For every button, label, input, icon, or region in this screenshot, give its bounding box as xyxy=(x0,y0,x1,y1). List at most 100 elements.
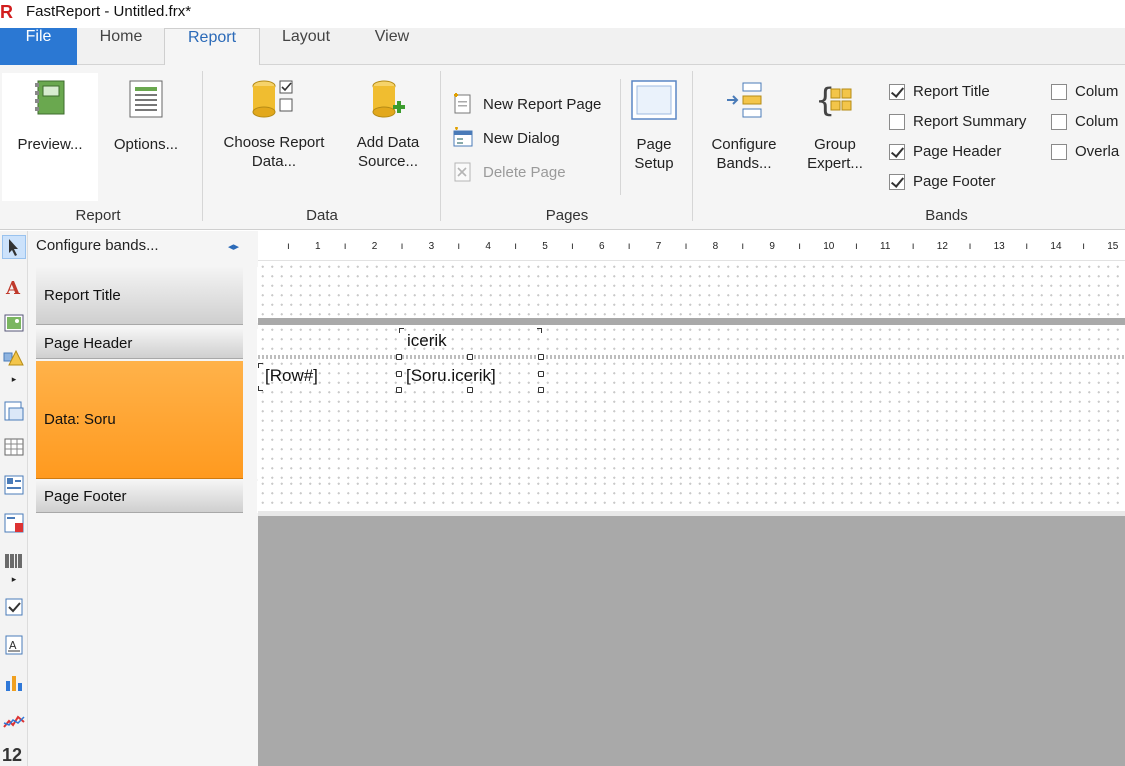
text-tool[interactable]: A xyxy=(2,275,26,299)
resize-handle[interactable] xyxy=(538,354,544,360)
configure-bands-button[interactable]: Configure Bands... xyxy=(702,73,786,201)
group-expert-button[interactable]: { Group Expert... xyxy=(796,73,874,201)
add-data-source-button[interactable]: Add Data Source... xyxy=(344,73,432,201)
page-footer-band-area[interactable] xyxy=(258,479,1125,511)
resize-handle[interactable] xyxy=(396,387,402,393)
ruler-minor-tick: ı xyxy=(343,241,347,252)
subreport-tool[interactable] xyxy=(2,399,26,423)
matrix-tool[interactable] xyxy=(2,473,26,497)
delete-page-icon xyxy=(454,162,471,182)
checkbox-object-icon xyxy=(5,598,23,616)
corner-mark xyxy=(399,328,404,333)
group-label-report: Report xyxy=(75,207,121,224)
ruler-minor-tick: ı xyxy=(457,241,461,252)
pointer-arrow-icon xyxy=(9,239,18,256)
delete-page-button[interactable]: Delete Page xyxy=(452,161,566,183)
page-header-checkbox[interactable]: Page Header xyxy=(889,143,1001,160)
ruler-minor-tick: ı xyxy=(911,241,915,252)
band-label: Data: Soru xyxy=(44,411,116,428)
sparkline-tool[interactable] xyxy=(2,709,26,733)
rich-text-tool[interactable] xyxy=(2,511,26,535)
page-footer-checkbox[interactable]: Page Footer xyxy=(889,173,996,190)
ruler-tick: 12 xyxy=(936,241,948,252)
ruler-tick: 2 xyxy=(371,241,378,252)
cell-tool[interactable]: A xyxy=(2,633,26,657)
new-report-page-button[interactable]: New Report Page xyxy=(452,93,601,115)
design-surface[interactable]: icerik [Row#] [Soru.icerik] xyxy=(258,262,1125,766)
column-header-checkbox[interactable]: Colum xyxy=(1051,83,1118,100)
tab-home[interactable]: Home xyxy=(84,28,158,65)
resize-handle[interactable] xyxy=(538,387,544,393)
ruler-tick: 4 xyxy=(485,241,491,252)
configure-bands-label1: Configure xyxy=(711,136,777,153)
page-header-band-area[interactable] xyxy=(258,325,1125,355)
group-expert-icon: { xyxy=(815,81,852,119)
overlay-checkbox[interactable]: Overla xyxy=(1051,143,1119,160)
report-summary-checkbox[interactable]: Report Summary xyxy=(889,113,1026,130)
ruler-minor-tick: ı xyxy=(741,241,745,252)
zip-code-tool[interactable]: 12 xyxy=(2,745,26,765)
ruler-tick: 3 xyxy=(428,241,435,252)
checkbox-tool[interactable] xyxy=(2,595,26,619)
panel-nav-arrows-icon[interactable]: ◂▸ xyxy=(228,240,239,253)
toolbox-expand-arrow-icon[interactable]: ▸ xyxy=(2,575,26,587)
page-setup-label2: Setup xyxy=(634,155,674,172)
preview-button[interactable]: Preview... xyxy=(2,73,98,201)
new-dialog-button[interactable]: New Dialog xyxy=(452,127,560,149)
report-title-band-area[interactable] xyxy=(258,262,1125,318)
resize-handle[interactable] xyxy=(467,387,473,393)
svg-text:{: { xyxy=(815,81,835,119)
header-text-object[interactable]: icerik xyxy=(407,331,447,351)
barcode-icon xyxy=(5,554,22,568)
tab-file[interactable]: File xyxy=(0,28,77,65)
soru-icerik-field-object[interactable]: [Soru.icerik] xyxy=(406,366,496,386)
column-header-check-label: Colum xyxy=(1075,83,1119,100)
ruler-tick: 1 xyxy=(315,241,321,252)
toolbox-expand-arrow-icon[interactable]: ▸ xyxy=(2,375,26,387)
report-title-checkbox[interactable]: Report Title xyxy=(889,83,990,100)
tab-report[interactable]: Report xyxy=(164,28,260,66)
corner-mark xyxy=(537,328,542,333)
bar-chart-icon xyxy=(6,676,22,691)
svg-text:A: A xyxy=(5,278,21,299)
ruler-minor-tick: ı xyxy=(1082,241,1085,252)
horizontal-ruler: 1 ı 2 ı 3 ı 4 ı 5 ı 6 ı 7 ı 8 ı 9 ı 10 ı 11 ı 12 ı 13 ı 14 ı 15 ı xyxy=(258,231,1125,261)
page-footer-check-label: Page Footer xyxy=(913,173,996,190)
band-page-header[interactable]: Page Header xyxy=(36,329,243,359)
band-page-footer[interactable]: Page Footer xyxy=(36,481,243,513)
pointer-tool[interactable] xyxy=(2,235,26,259)
ruler-minor-tick: ı xyxy=(968,241,972,252)
data-band-area[interactable] xyxy=(258,359,1125,479)
page-setup-button[interactable]: Page Setup xyxy=(626,73,682,201)
ruler-minor-tick: ı xyxy=(684,241,688,252)
band-report-title[interactable]: Report Title xyxy=(36,267,243,325)
band-label: Page Footer xyxy=(44,488,127,505)
group-label-bands: Bands xyxy=(925,207,968,224)
tab-view[interactable]: View xyxy=(356,28,428,65)
shape-tool[interactable] xyxy=(2,347,26,371)
object-toolbox: A ▸ ▸ A 12 xyxy=(0,231,28,766)
picture-tool[interactable] xyxy=(2,311,26,335)
resize-handle[interactable] xyxy=(467,354,473,360)
configure-bands-link[interactable]: Configure bands... xyxy=(36,237,159,254)
table-tool[interactable] xyxy=(2,435,26,459)
resize-handle[interactable] xyxy=(538,371,544,377)
pages-inner-separator xyxy=(620,79,621,195)
row-number-text-object[interactable]: [Row#] xyxy=(265,366,318,386)
tab-layout[interactable]: Layout xyxy=(268,28,344,65)
resize-handle[interactable] xyxy=(396,371,402,377)
ruler-minor-tick: ı xyxy=(400,241,404,252)
shape-object-icon xyxy=(3,349,24,366)
database-checkbox-icon xyxy=(252,80,293,118)
ruler-minor-tick: ı xyxy=(514,241,517,252)
ruler-tick: 15 xyxy=(1107,241,1119,252)
chart-tool[interactable] xyxy=(2,671,26,695)
options-button[interactable]: Options... xyxy=(104,73,188,201)
resize-handle[interactable] xyxy=(396,354,402,360)
choose-report-data-button[interactable]: Choose Report Data... xyxy=(212,73,336,201)
band-data-soru[interactable]: Data: Soru xyxy=(36,361,243,479)
fastreport-logo-icon: R xyxy=(0,2,13,22)
barcode-tool[interactable] xyxy=(2,549,26,573)
column-footer-checkbox[interactable]: Colum xyxy=(1051,113,1118,130)
picture-object-icon xyxy=(4,314,24,332)
